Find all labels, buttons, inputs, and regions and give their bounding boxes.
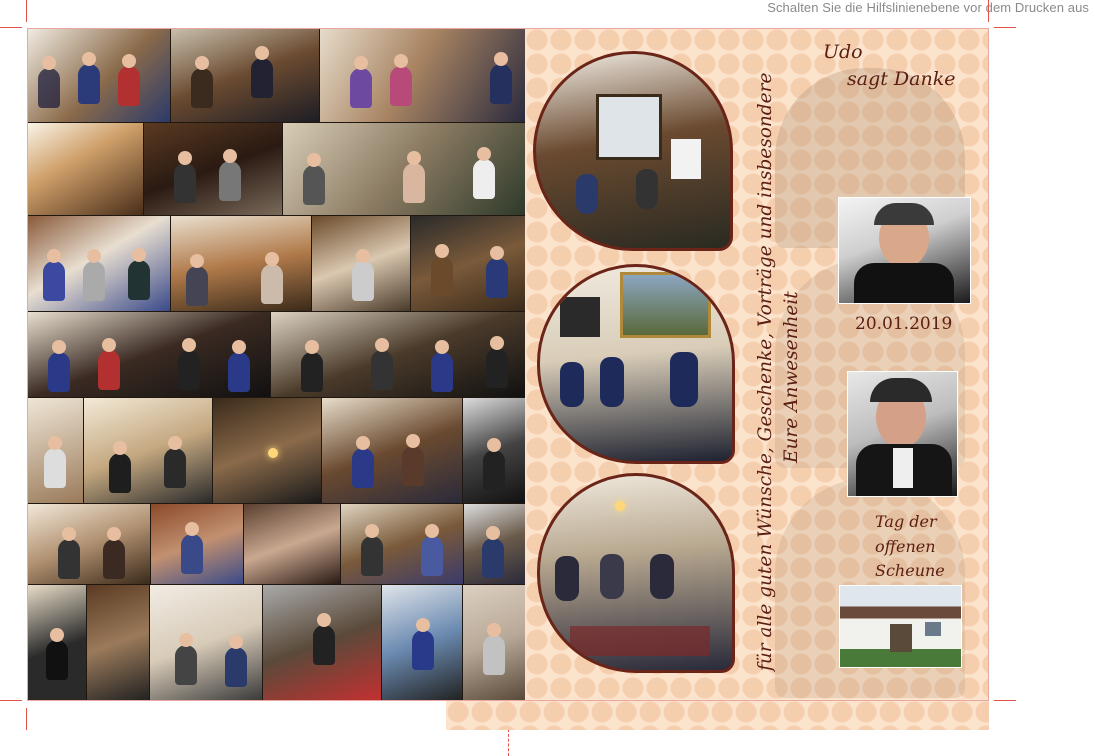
crop-mark	[994, 27, 1016, 28]
crop-mark	[0, 27, 22, 28]
crop-mark	[994, 700, 1016, 701]
crop-mark	[988, 0, 989, 22]
crop-mark	[0, 700, 22, 701]
crop-mark	[26, 0, 27, 22]
bleed-strip	[446, 700, 989, 730]
page-frame	[27, 28, 989, 701]
crop-mark	[26, 708, 27, 730]
print-guide-note: Schalten Sie die Hilfslinienebene vor de…	[767, 0, 1089, 15]
